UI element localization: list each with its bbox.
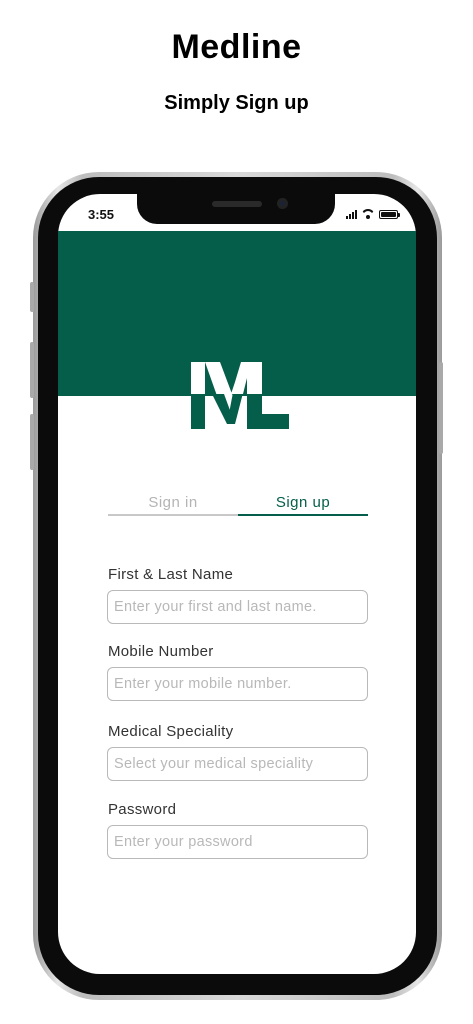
medical-speciality-select[interactable] <box>107 747 368 781</box>
status-icons <box>346 209 400 219</box>
cellular-signal-icon <box>346 209 357 219</box>
mobile-field-label: Mobile Number <box>108 643 214 660</box>
password-field-label: Password <box>108 801 177 818</box>
volume-up-button <box>30 342 34 398</box>
mute-switch <box>30 282 34 312</box>
auth-tabs: Sign in Sign up <box>108 492 368 516</box>
speaker-grille <box>212 201 262 207</box>
front-camera <box>277 198 288 209</box>
name-input[interactable] <box>107 590 368 624</box>
volume-down-button <box>30 414 34 470</box>
power-button <box>439 362 443 454</box>
tab-sign-up[interactable]: Sign up <box>238 492 368 516</box>
medline-logo <box>191 362 289 429</box>
page-title: Medline <box>171 28 302 66</box>
phone-notch <box>137 194 335 224</box>
password-input[interactable] <box>107 825 368 859</box>
wifi-icon <box>361 209 375 219</box>
status-time: 3:55 <box>88 207 115 222</box>
name-field-label: First & Last Name <box>108 566 234 583</box>
speciality-field-label: Medical Speciality <box>108 723 234 740</box>
battery-icon <box>379 210 400 219</box>
tab-sign-in[interactable]: Sign in <box>108 492 238 516</box>
mobile-number-input[interactable] <box>107 667 368 701</box>
page-subtitle: Simply Sign up <box>164 92 309 114</box>
